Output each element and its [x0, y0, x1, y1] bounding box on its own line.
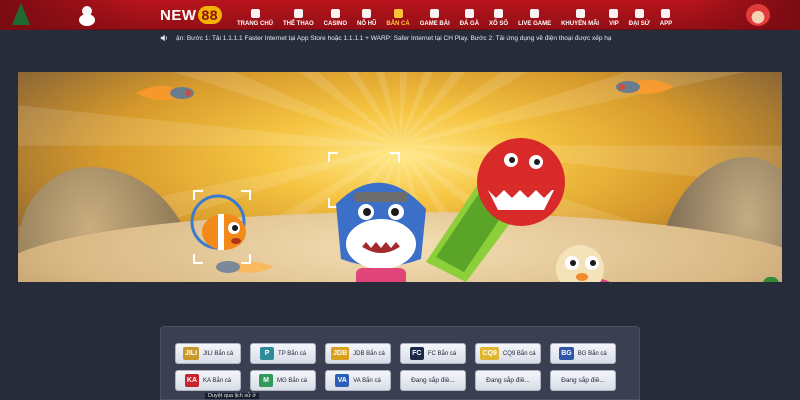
coming-soon-button[interactable]: Đang sắp điề... [475, 370, 541, 391]
provider-label: Đang sắp điề... [411, 377, 455, 384]
christmas-decoration-right [690, 0, 800, 30]
provider-label: JILI Bắn cá [203, 350, 234, 357]
provider-grid: JILI JILI Bắn cá P TP Bắn cá JDB JDB Bắn cá FC… [175, 343, 616, 391]
announcement-marquee: ận: Bước 1: Tải 1.1.1.1 Faster Internet … [160, 32, 640, 44]
ambassador-icon [634, 9, 644, 18]
slot-icon [362, 9, 372, 18]
app-icon [661, 9, 671, 18]
clownfish-icon [190, 194, 246, 250]
provider-button[interactable]: BG BG Bắn cá [550, 343, 616, 364]
snowman-icon [78, 6, 96, 26]
nav-menu: TRANG CHỦ THỂ THAO CASINO NỔ HŨ BẮN CÁ GAME B… [232, 0, 677, 30]
provider-panel: JILI JILI Bắn cá P TP Bắn cá JDB JDB Bắn cá FC… [160, 326, 640, 400]
provider-button[interactable]: FC FC Bắn cá [400, 343, 466, 364]
provider-label: CQ9 Bắn cá [502, 350, 536, 357]
santa-icon [746, 4, 770, 26]
brand-logo[interactable]: NEW 88 [160, 5, 223, 25]
speaker-icon [160, 34, 167, 42]
shark-mascot-icon [336, 182, 426, 282]
brand-number: 88 [197, 6, 223, 24]
provider-label: JDB Bắn cá [353, 350, 385, 357]
provider-logo-icon: KA [184, 374, 200, 387]
nav-item-crown[interactable]: VIP [604, 0, 624, 30]
provider-button[interactable]: VA VA Bắn cá [325, 370, 391, 391]
nav-item-fish[interactable]: BẮN CÁ [381, 0, 414, 30]
nav-item-label: VIP [609, 21, 619, 27]
ball-icon [293, 9, 303, 18]
provider-logo-icon: JILI [182, 347, 200, 360]
provider-label: Đang sắp điề... [561, 377, 605, 384]
lottery-icon [494, 9, 504, 18]
nav-item-label: GAME BÀI [419, 21, 450, 27]
home-icon [250, 9, 260, 18]
nav-item-label: NỔ HŨ [357, 21, 377, 27]
pufferfish-icon [556, 245, 611, 282]
nav-item-slot[interactable]: NỔ HŨ [352, 0, 381, 30]
fish-icon [393, 9, 403, 18]
provider-logo-icon: P [260, 347, 275, 360]
cards-icon [430, 9, 440, 18]
live-icon [530, 9, 540, 18]
provider-label: TP Bắn cá [278, 350, 306, 357]
nav-item-home[interactable]: TRANG CHỦ [232, 0, 278, 30]
provider-logo-icon: M [258, 374, 273, 387]
nav-item-label: CASINO [323, 21, 348, 27]
rooster-icon [464, 9, 474, 18]
coming-soon-button[interactable]: Đang sắp điề... [550, 370, 616, 391]
provider-button[interactable]: JILI JILI Bắn cá [175, 343, 241, 364]
nav-item-app[interactable]: APP [655, 0, 677, 30]
nav-item-label: TRANG CHỦ [237, 21, 273, 27]
provider-logo-icon: JDB [331, 347, 350, 360]
provider-label: VA Bắn cá [353, 377, 381, 384]
provider-label: BG Bắn cá [577, 350, 607, 357]
provider-label: FC Bắn cá [427, 350, 457, 357]
nav-item-label: THỂ THAO [283, 21, 314, 27]
nav-item-rooster[interactable]: ĐÁ GÀ [455, 0, 484, 30]
provider-button[interactable]: P TP Bắn cá [250, 343, 316, 364]
nav-item-label: APP [659, 21, 673, 27]
provider-logo-icon: BG [559, 347, 574, 360]
nav-item-label: ĐÁ GÀ [459, 21, 480, 27]
provider-button[interactable]: KA KA Bắn cá [175, 370, 241, 391]
provider-label: KA Bắn cá [203, 377, 232, 384]
nav-item-cards[interactable]: GAME BÀI [415, 0, 455, 30]
provider-button[interactable]: JDB JDB Bắn cá [325, 343, 391, 364]
chip-icon [330, 9, 340, 18]
provider-button[interactable]: CQ9 CQ9 Bắn cá [475, 343, 541, 364]
provider-button[interactable]: M MG Bắn cá [250, 370, 316, 391]
page: NEW 88 TRANG CHỦ THỂ THAO CASINO NỔ HŨ BẮN C… [0, 0, 800, 400]
crown-icon [609, 9, 619, 18]
nav-item-label: LIVE GAME [518, 21, 552, 27]
nav-item-label: BẮN CÁ [386, 21, 410, 27]
christmas-tree-icon [12, 3, 30, 25]
nav-item-label: XỔ SỐ [489, 21, 509, 27]
browser-tooltip: Duyệt qua lịch sử ở [205, 393, 259, 399]
provider-label: MG Bắn cá [276, 377, 307, 384]
nav-item-gift[interactable]: KHUYẾN MÃI [556, 0, 604, 30]
hero-banner[interactable] [18, 72, 782, 282]
nav-item-ball[interactable]: THỂ THAO [278, 0, 319, 30]
nav-item-live[interactable]: LIVE GAME [513, 0, 556, 30]
nav-item-ambassador[interactable]: ĐẠI SỨ [624, 0, 655, 30]
marquee-text: ận: Bước 1: Tải 1.1.1.1 Faster Internet … [176, 34, 612, 42]
nav-item-lottery[interactable]: XỔ SỐ [484, 0, 513, 30]
gift-icon [575, 9, 585, 18]
top-navigation: NEW 88 TRANG CHỦ THỂ THAO CASINO NỔ HŨ BẮN C… [0, 0, 800, 30]
coming-soon-button[interactable]: Đang sắp điề... [400, 370, 466, 391]
brand-name: NEW [160, 6, 197, 24]
nav-item-label: KHUYẾN MÃI [561, 21, 600, 27]
nav-item-label: ĐẠI SỨ [628, 21, 650, 27]
rocket-icon [616, 79, 674, 95]
provider-logo-icon: FC [409, 347, 424, 360]
provider-label: Đang sắp điề... [486, 377, 530, 384]
provider-logo-icon: VA [335, 374, 350, 387]
rocket-icon [136, 85, 194, 101]
nav-item-chip[interactable]: CASINO [319, 0, 352, 30]
provider-logo-icon: CQ9 [480, 347, 499, 360]
